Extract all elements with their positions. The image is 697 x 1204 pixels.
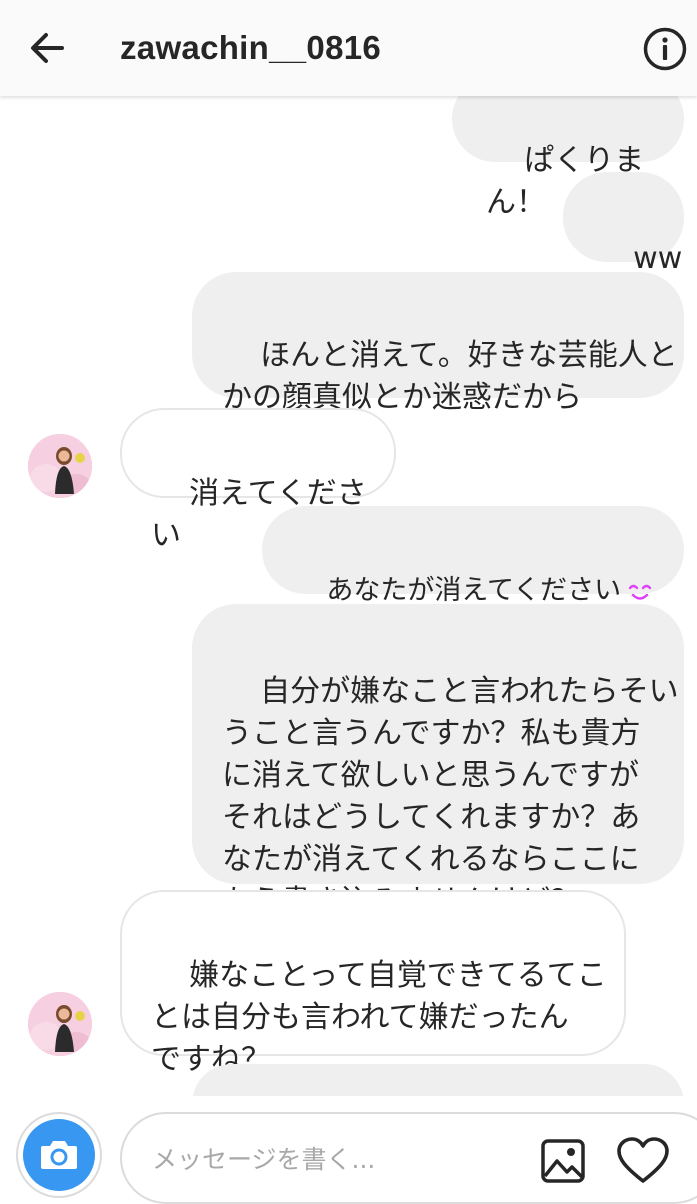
message-text: あなたが消えてください xyxy=(326,575,622,606)
message-text: 自分が嫌なこと言われたらそい うこと言うんですか？私も貴方 に消えて欲しいと思う… xyxy=(222,674,679,919)
info-icon xyxy=(643,27,687,71)
chat-username[interactable]: zawachin__0816 xyxy=(120,26,381,70)
message-placeholder: メッセージを書く... xyxy=(152,1145,376,1174)
avatar-photo xyxy=(28,992,92,1056)
outgoing-message[interactable]: ぱくりまん！ xyxy=(452,96,684,220)
gallery-icon xyxy=(541,1139,585,1183)
gallery-button[interactable] xyxy=(540,1138,586,1184)
smiling-face-icon xyxy=(628,584,652,600)
heart-icon xyxy=(617,1137,669,1183)
incoming-message[interactable]: 嫌なことって自覚できてるてこ とは自分も言われて嫌だったん ですね？ xyxy=(120,890,626,1077)
outgoing-message[interactable] xyxy=(192,1064,684,1096)
chat-header: zawachin__0816 xyxy=(0,0,697,96)
camera-button[interactable] xyxy=(16,1112,102,1198)
info-button[interactable] xyxy=(642,26,688,72)
heart-button[interactable] xyxy=(616,1136,670,1186)
arrow-left-icon xyxy=(31,33,64,63)
avatar[interactable] xyxy=(28,992,92,1056)
avatar[interactable] xyxy=(28,434,92,498)
message-text: 嫌なことって自覚できてるてこ とは自分も言われて嫌だったん ですね？ xyxy=(151,958,607,1077)
incoming-message[interactable]: 消えてください xyxy=(120,408,396,553)
avatar-photo xyxy=(28,434,92,498)
message-thread[interactable]: ぱくりまん！ www ほんと消えて。好きな芸能人と かの顔真似とか迷惑だから 消… xyxy=(0,96,697,1096)
camera-icon xyxy=(16,1112,102,1198)
outgoing-message[interactable]: 自分が嫌なこと言われたらそい うこと言うんですか？私も貴方 に消えて欲しいと思う… xyxy=(192,604,684,919)
outgoing-message[interactable]: あなたが消えてください xyxy=(262,506,684,606)
message-text: ほんと消えて。好きな芸能人と かの顔真似とか迷惑だから xyxy=(222,338,678,415)
back-button[interactable] xyxy=(24,24,72,72)
outgoing-message[interactable]: ほんと消えて。好きな芸能人と かの顔真似とか迷惑だから xyxy=(192,272,684,415)
outgoing-message[interactable]: www xyxy=(563,172,684,318)
